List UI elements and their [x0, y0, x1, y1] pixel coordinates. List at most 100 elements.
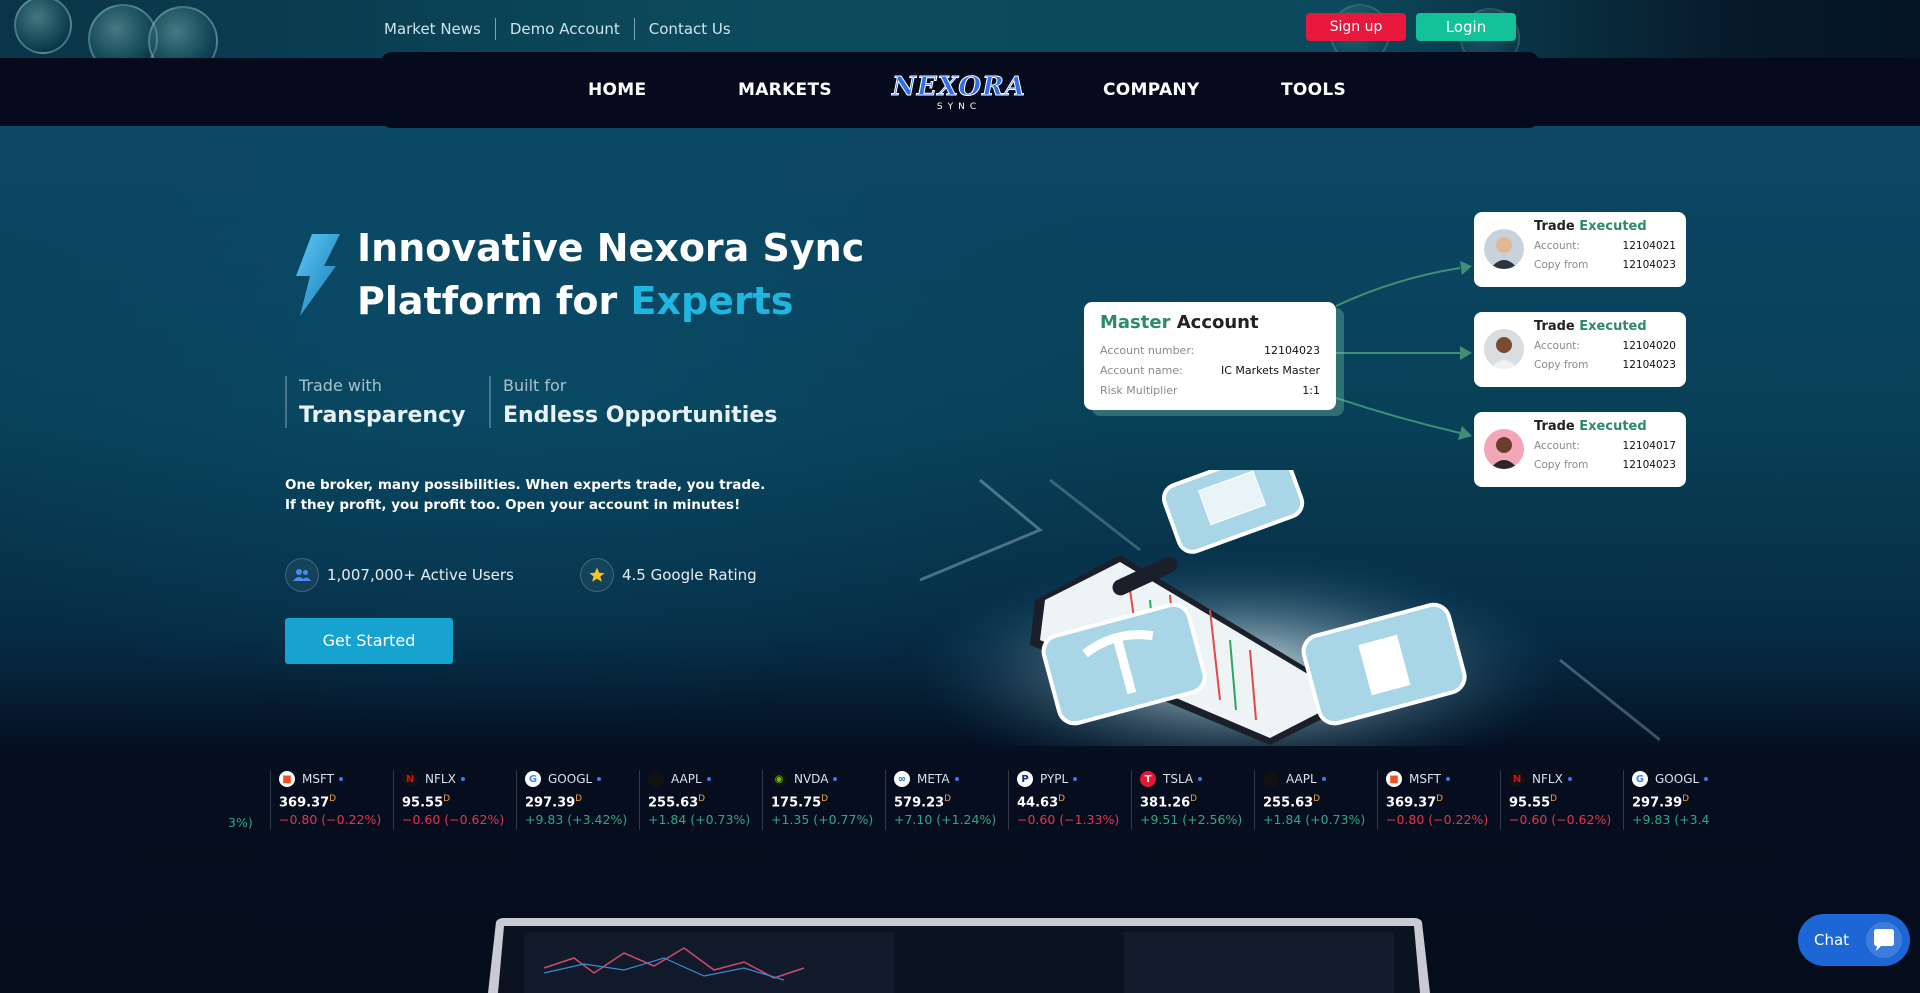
avatar — [1484, 329, 1524, 369]
master-row: Account number: 12104023 — [1100, 341, 1320, 361]
stock-logo-icon — [648, 771, 664, 787]
trade-row: Account: 12104017 — [1534, 437, 1676, 456]
lightning-bolt-icon — [296, 234, 340, 316]
live-dot-icon — [1567, 777, 1572, 781]
ticker-price: 175.75D — [771, 794, 885, 810]
ticker-price: 297.39D — [525, 794, 639, 810]
price-suffix: D — [1190, 794, 1198, 804]
price-value: 297.39 — [1632, 795, 1683, 811]
trade-executed-card: Trade Executed Account: 12104020 Copy fro… — [1474, 312, 1686, 387]
nav-tools[interactable]: TOOLS — [1281, 80, 1346, 100]
ticker-partial-change: 3%) — [228, 815, 253, 830]
demo-account-link[interactable]: Demo Account — [496, 20, 634, 38]
active-users-stat: 1,007,000+ Active Users — [285, 558, 514, 592]
signup-button[interactable]: Sign up — [1306, 13, 1406, 41]
top-bar — [0, 0, 1920, 76]
price-value: 95.55 — [402, 795, 444, 811]
stock-logo-icon: P — [1017, 771, 1033, 787]
price-value: 369.37 — [279, 795, 330, 811]
ticker-change: −0.60 (−0.62%) — [402, 812, 505, 828]
master-title-rest: Account — [1170, 312, 1259, 333]
stock-logo-icon: ◉ — [771, 771, 787, 787]
ticker-item[interactable]: N NFLX 95.55D −0.60 (−0.62%) — [1500, 770, 1623, 830]
ticker-symbol-row: N NFLX — [402, 770, 516, 788]
price-suffix: D — [821, 794, 829, 804]
live-dot-icon — [339, 777, 343, 781]
live-dot-icon — [954, 777, 959, 781]
stock-logo-icon: ■ — [1386, 771, 1402, 787]
users-icon — [285, 558, 319, 592]
ticker-change: −0.80 (−0.22%) — [279, 812, 382, 828]
row-value: 12104017 — [1622, 440, 1676, 452]
ticker-change: +7.10 (+1.24%) — [894, 812, 997, 828]
ticker-item[interactable]: T TSLA 381.26D +9.51 (+2.56%) — [1131, 770, 1254, 830]
ticker-symbol-row: G GOOGL — [1632, 770, 1746, 788]
price-suffix: D — [1313, 794, 1321, 804]
ticker-symbol: NVDA — [794, 772, 829, 786]
ticker-price: 44.63D — [1017, 794, 1131, 810]
ticker-item[interactable]: AAPL 255.63D +1.84 (+0.73%) — [639, 770, 762, 830]
master-account-card: Master Account Account number: 12104023 A… — [1084, 302, 1336, 410]
feature-transparency: Trade with Transparency — [285, 376, 465, 428]
ticker-price: 381.26D — [1140, 794, 1254, 810]
trade-card-title: Trade Executed — [1534, 419, 1676, 434]
ticker-symbol: NFLX — [425, 772, 456, 786]
trade-title: Trade — [1534, 419, 1575, 434]
ticker-symbol-row: AAPL — [648, 770, 762, 788]
ticker-change: −0.60 (−0.62%) — [1509, 812, 1612, 828]
price-value: 44.63 — [1017, 795, 1059, 811]
ticker-item[interactable]: ∞ META 579.23D +7.10 (+1.24%) — [885, 770, 1008, 830]
master-card-title: Master Account — [1100, 312, 1320, 333]
price-suffix: D — [575, 794, 583, 804]
trade-title: Trade — [1534, 219, 1575, 234]
live-dot-icon — [1321, 777, 1326, 781]
row-value: 1:1 — [1302, 384, 1320, 397]
login-button[interactable]: Login — [1416, 13, 1516, 41]
hero-description: One broker, many possibilities. When exp… — [285, 475, 765, 515]
chat-button[interactable]: Chat — [1798, 914, 1910, 966]
active-users-text: 1,007,000+ Active Users — [327, 566, 514, 584]
ticker-symbol: MSFT — [302, 772, 334, 786]
ticker-item[interactable]: ■ MSFT 369.37D −0.80 (−0.22%) — [270, 770, 393, 830]
price-value: 579.23 — [894, 795, 945, 811]
ticker-item[interactable]: P PYPL 44.63D −0.60 (−1.33%) — [1008, 770, 1131, 830]
row-label: Copy from — [1534, 359, 1589, 371]
ticker-symbol-row: AAPL — [1263, 770, 1377, 788]
ticker-item[interactable]: G GOOGL 297.39D +9.83 (+3.4 — [1623, 770, 1746, 830]
ticker-item[interactable]: ◉ NVDA 175.75D +1.35 (+0.77%) — [762, 770, 885, 830]
trade-row: Copy from 12104023 — [1534, 356, 1676, 375]
ticker-symbol: GOOGL — [1655, 772, 1700, 786]
feature-small-text: Trade with — [299, 376, 382, 395]
trade-row: Copy from 12104023 — [1534, 256, 1676, 275]
row-value: 12104021 — [1622, 240, 1676, 252]
hero-title-accent: Experts — [630, 279, 794, 323]
brand-logo[interactable]: NEXORA SYNC — [889, 74, 1029, 113]
get-started-button[interactable]: Get Started — [285, 618, 453, 664]
ticker-item[interactable]: G GOOGL 297.39D +9.83 (+3.42%) — [516, 770, 639, 830]
ticker-item[interactable]: ■ MSFT 369.37D −0.80 (−0.22%) — [1377, 770, 1500, 830]
trade-card-title: Trade Executed — [1534, 219, 1676, 234]
laptop-platform-preview — [488, 918, 1430, 993]
chat-bubble-icon — [1866, 922, 1902, 958]
google-rating-stat: 4.5 Google Rating — [580, 558, 757, 592]
nav-company[interactable]: COMPANY — [1103, 80, 1200, 100]
ticker-item[interactable]: AAPL 255.63D +1.84 (+0.73%) — [1254, 770, 1377, 830]
nav-markets[interactable]: MARKETS — [738, 80, 832, 100]
ticker-symbol-row: N NFLX — [1509, 770, 1623, 788]
ticker-price: 95.55D — [402, 794, 516, 810]
ticker-symbol: NFLX — [1532, 772, 1563, 786]
contact-us-link[interactable]: Contact Us — [635, 20, 745, 38]
nav-home[interactable]: HOME — [588, 80, 646, 100]
ticker-price: 255.63D — [648, 794, 762, 810]
market-news-link[interactable]: Market News — [370, 20, 495, 38]
trade-executed-card: Trade Executed Account: 12104017 Copy fro… — [1474, 412, 1686, 487]
ticker-symbol-row: T TSLA — [1140, 770, 1254, 788]
ticker-price: 255.63D — [1263, 794, 1377, 810]
ticker-item[interactable]: N NFLX 95.55D −0.60 (−0.62%) — [393, 770, 516, 830]
ticker-change: +9.51 (+2.56%) — [1140, 812, 1243, 828]
ticker-price: 297.39D — [1632, 794, 1746, 810]
price-value: 255.63 — [1263, 795, 1314, 811]
avatar — [1484, 429, 1524, 469]
master-title-accent: Master — [1100, 312, 1171, 333]
feature-big-text: Transparency — [299, 403, 466, 428]
